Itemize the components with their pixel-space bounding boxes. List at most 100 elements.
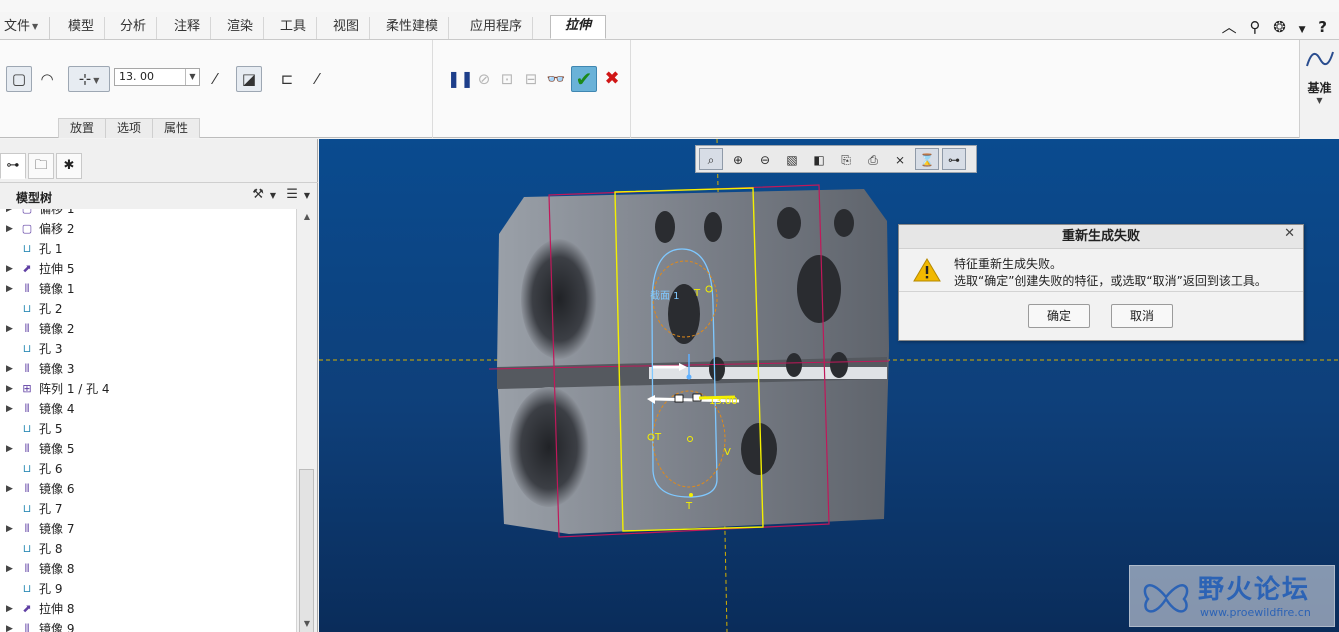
subtab-label: 属性 bbox=[164, 121, 189, 135]
expand-arrow-icon[interactable]: ▶ bbox=[6, 399, 13, 419]
tree-item[interactable]: ⊔ 孔 2 bbox=[0, 299, 296, 319]
scroll-thumb[interactable] bbox=[299, 469, 314, 632]
expand-arrow-icon[interactable]: ▶ bbox=[6, 319, 13, 339]
repaint-icon[interactable]: ▧ bbox=[780, 148, 804, 170]
remove-material-icon[interactable]: ◪ bbox=[236, 66, 262, 92]
cancel-button[interactable]: 取消 bbox=[1111, 304, 1173, 328]
tree-item[interactable]: ⊔ 孔 7 bbox=[0, 499, 296, 519]
expand-arrow-icon[interactable]: ▶ bbox=[6, 519, 13, 539]
tree-item[interactable]: ▶ ⬈ 拉伸 8 bbox=[0, 599, 296, 619]
expand-arrow-icon[interactable]: ▶ bbox=[6, 619, 13, 632]
tab-annotate[interactable]: 注释 bbox=[164, 17, 212, 39]
verify-glasses-icon[interactable]: 👓 bbox=[543, 66, 569, 92]
tree-item[interactable]: ⊔ 孔 8 bbox=[0, 539, 296, 559]
ok-checkmark-icon[interactable]: ✔ bbox=[571, 66, 597, 92]
tree-item[interactable]: ▶ ⫴ 镜像 5 bbox=[0, 439, 296, 459]
depth-drag-handle[interactable] bbox=[674, 394, 684, 403]
tree-item[interactable]: ⊔ 孔 1 bbox=[0, 239, 296, 259]
ok-button[interactable]: 确定 bbox=[1028, 304, 1090, 328]
expand-arrow-icon[interactable]: ▶ bbox=[6, 259, 13, 279]
tab-applications[interactable]: 应用程序 bbox=[460, 17, 534, 39]
depth-dimension-label[interactable]: 13.00 bbox=[709, 396, 738, 407]
tab-tools[interactable]: 工具 bbox=[270, 17, 318, 39]
settings-tools-icon[interactable]: ⚒ bbox=[252, 187, 264, 202]
refit-icon[interactable]: ⌕ bbox=[699, 148, 723, 170]
flip-direction-icon[interactable]: ⁄ bbox=[202, 66, 228, 92]
model-tree-scrollbar[interactable]: ▲ ▼ bbox=[296, 209, 316, 632]
file-menu[interactable]: 文件 ▼ bbox=[0, 17, 50, 39]
solid-extrude-icon[interactable]: ▢ bbox=[6, 66, 32, 92]
thicken-sketch-icon[interactable]: ⊏ bbox=[274, 66, 300, 92]
tree-item[interactable]: ▶ ⫴ 镜像 8 bbox=[0, 559, 296, 579]
tree-item[interactable]: ▶ ⫴ 镜像 2 bbox=[0, 319, 296, 339]
mirror-feature-icon: ⫴ bbox=[24, 562, 30, 575]
display-style-icon[interactable]: ◧ bbox=[807, 148, 831, 170]
tree-item[interactable]: ▶ ▢ 偏移 2 bbox=[0, 219, 296, 239]
tree-item[interactable]: ⊔ 孔 9 bbox=[0, 579, 296, 599]
surface-extrude-icon[interactable]: ◠ bbox=[34, 66, 60, 92]
search-icon[interactable]: ⚲ bbox=[1249, 18, 1260, 36]
subtab-properties[interactable]: 属性 bbox=[152, 118, 201, 138]
tree-item[interactable]: ▶ ⬈ 拉伸 5 bbox=[0, 259, 296, 279]
scroll-up-icon[interactable]: ▲ bbox=[297, 209, 317, 225]
depth-value-input[interactable]: 13. 00 ▼ bbox=[114, 68, 200, 86]
expand-arrow-icon[interactable]: ▶ bbox=[6, 379, 13, 399]
model-tree-tab-icon[interactable]: ⊶ bbox=[0, 153, 26, 179]
subtab-placement[interactable]: 放置 bbox=[58, 118, 107, 138]
tree-item[interactable]: ▶ ⫴ 镜像 7 bbox=[0, 519, 296, 539]
spin-center-icon[interactable]: ⌛ bbox=[915, 148, 939, 170]
scroll-down-icon[interactable]: ▼ bbox=[297, 616, 317, 632]
flip-thicken-icon[interactable]: ⁄ bbox=[304, 66, 330, 92]
help-icon[interactable]: ❂ bbox=[1273, 18, 1286, 36]
tree-item[interactable]: ▶ ⫴ 镜像 4 bbox=[0, 399, 296, 419]
show-list-icon[interactable]: ☰ bbox=[286, 187, 298, 202]
expand-arrow-icon[interactable]: ▶ bbox=[6, 599, 13, 619]
expand-arrow-icon[interactable]: ▶ bbox=[6, 359, 13, 379]
subtab-options[interactable]: 选项 bbox=[105, 118, 154, 138]
tab-model[interactable]: 模型 bbox=[58, 17, 106, 39]
expand-arrow-icon[interactable]: ▶ bbox=[6, 279, 13, 299]
zoom-out-icon[interactable]: ⊖ bbox=[753, 148, 777, 170]
folder-browser-tab-icon[interactable]: 🗀 bbox=[28, 153, 54, 179]
help-question-icon[interactable]: ? bbox=[1318, 18, 1327, 36]
view-manager-icon[interactable]: ⎙ bbox=[861, 148, 885, 170]
tab-render[interactable]: 渲染 bbox=[217, 17, 265, 39]
favorites-tab-icon[interactable]: ✱ bbox=[56, 153, 82, 179]
expand-arrow-icon[interactable]: ▶ bbox=[6, 559, 13, 579]
datum-panel[interactable]: 基准 ▼ bbox=[1299, 40, 1339, 138]
expand-arrow-icon[interactable]: ▶ bbox=[6, 479, 13, 499]
expand-arrow-icon[interactable]: ▶ bbox=[6, 209, 13, 219]
tab-view[interactable]: 视图 bbox=[323, 17, 371, 39]
zoom-in-icon[interactable]: ⊕ bbox=[726, 148, 750, 170]
datum-display-icon[interactable]: ⨯ bbox=[888, 148, 912, 170]
attached-preview-icon[interactable]: ⊡ bbox=[494, 66, 520, 92]
tab-flexible-modeling[interactable]: 柔性建模 bbox=[376, 17, 450, 39]
tree-item[interactable]: ▶ ⫴ 镜像 3 bbox=[0, 359, 296, 379]
tree-item[interactable]: ▶ ⫴ 镜像 1 bbox=[0, 279, 296, 299]
pause-icon[interactable]: ❚❚ bbox=[446, 66, 474, 92]
tree-item[interactable]: ▶ ⊞ 阵列 1 / 孔 4 bbox=[0, 379, 296, 399]
tree-item[interactable]: ⊔ 孔 5 bbox=[0, 419, 296, 439]
model-tree-list: ▶ ▢ 偏移 1 ▶ ▢ 偏移 2 ⊔ 孔 1 ▶ ⬈ 拉伸 5 ▶ ⫴ 镜像 1 ⊔ 孔 2 ▶ ⫴ 镜像 2 ⊔ 孔… bbox=[0, 209, 296, 632]
close-icon[interactable]: ✕ bbox=[1284, 226, 1295, 241]
tree-item[interactable]: ⊔ 孔 6 bbox=[0, 459, 296, 479]
tree-item[interactable]: ▶ ▢ 偏移 1 bbox=[0, 209, 296, 219]
tab-analysis[interactable]: 分析 bbox=[110, 17, 158, 39]
saved-views-icon[interactable]: ⎘ bbox=[834, 148, 858, 170]
up-arrow-icon[interactable]: ︿ bbox=[1222, 16, 1237, 37]
cancel-x-icon[interactable]: ✖ bbox=[599, 66, 625, 92]
expand-arrow-icon[interactable]: ▶ bbox=[6, 439, 13, 459]
expand-arrow-icon[interactable]: ▶ bbox=[6, 219, 13, 239]
tab-extrude[interactable]: 拉伸 bbox=[550, 15, 606, 39]
chevron-down-icon[interactable]: ▼ bbox=[270, 191, 276, 200]
annotation-display-icon[interactable]: ⊶ bbox=[942, 148, 966, 170]
graphics-viewport[interactable]: 截面 1 T T T V 13.00 ⌕ ⊕ ⊖ ▧ ◧ ⎘ ⎙ ⨯ ⌛ ⊶ bbox=[319, 139, 1339, 632]
chevron-down-icon[interactable]: ▼ bbox=[1299, 25, 1306, 35]
chevron-down-icon[interactable]: ▼ bbox=[185, 69, 199, 85]
tree-item[interactable]: ⊔ 孔 3 bbox=[0, 339, 296, 359]
tree-item[interactable]: ▶ ⫴ 镜像 6 bbox=[0, 479, 296, 499]
chevron-down-icon[interactable]: ▼ bbox=[304, 191, 310, 200]
detached-preview-icon[interactable]: ⊟ bbox=[518, 66, 544, 92]
tree-item[interactable]: ▶ ⫴ 镜像 9 bbox=[0, 619, 296, 632]
depth-option-button[interactable]: ⊹ ▼ bbox=[68, 66, 110, 92]
